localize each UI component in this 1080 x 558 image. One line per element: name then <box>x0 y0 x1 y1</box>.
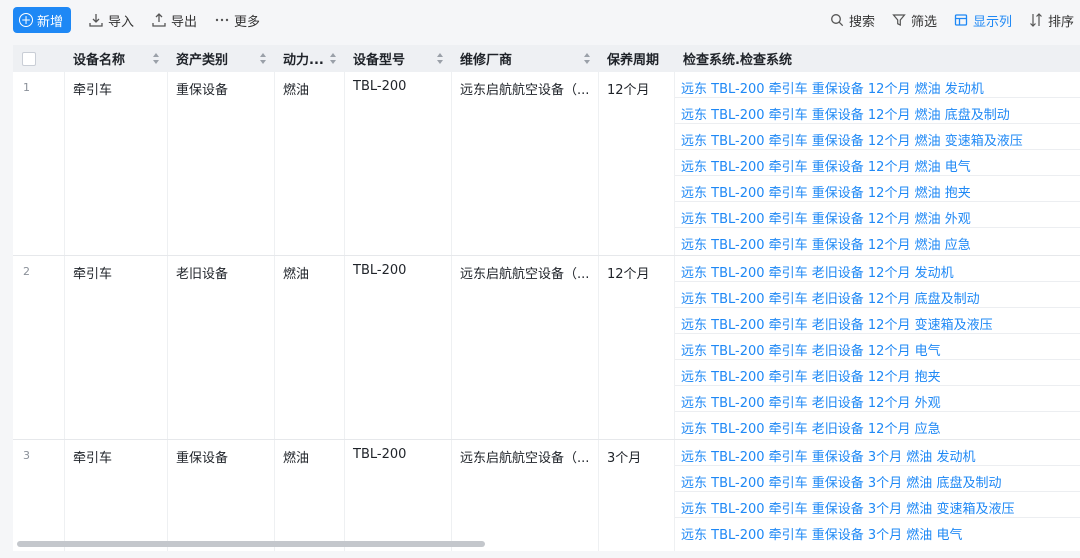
sort-label: 排序 <box>1047 14 1074 30</box>
inspect-link[interactable]: 远东 TBL-200 牵引车 老旧设备 12个月 外观 <box>675 386 1080 412</box>
column-header-category-label: 资产类别 <box>176 53 229 68</box>
more-icon <box>215 18 229 22</box>
export-icon <box>152 13 166 27</box>
inspect-link[interactable]: 远东 TBL-200 牵引车 重保设备 3个月 燃油 电气 <box>675 518 1080 544</box>
inspect-link[interactable]: 远东 TBL-200 牵引车 重保设备 12个月 燃油 应急 <box>675 228 1080 254</box>
header-select-all[interactable] <box>13 45 60 72</box>
export-button[interactable]: 导出 <box>152 11 197 30</box>
column-header-name-label: 设备名称 <box>73 53 126 68</box>
cell-model[interactable]: TBL-200 <box>345 72 452 255</box>
inspect-link[interactable]: 远东 TBL-200 牵引车 重保设备 3个月 燃油 底盘及制动 <box>675 466 1080 492</box>
data-table: 设备名称 资产类别 动力... 设备型号 维修厂商 保养周期 检查系统.检查系统… <box>13 45 1080 551</box>
inspect-link[interactable]: 远东 TBL-200 牵引车 老旧设备 12个月 抱夹 <box>675 360 1080 386</box>
search-label: 搜索 <box>848 14 875 30</box>
cell-period[interactable]: 3个月 <box>599 440 675 551</box>
cell-power[interactable]: 燃油 <box>275 256 345 439</box>
cell-period[interactable]: 12个月 <box>599 72 675 255</box>
import-button[interactable]: 导入 <box>89 11 134 30</box>
inspect-link[interactable]: 远东 TBL-200 牵引车 重保设备 12个月 燃油 底盘及制动 <box>675 98 1080 124</box>
import-icon <box>89 14 103 27</box>
new-button[interactable]: + 新增 <box>13 7 72 33</box>
cell-category[interactable]: 重保设备 <box>168 72 275 255</box>
column-header-period-label: 保养周期 <box>607 53 660 68</box>
cell-power[interactable]: 燃油 <box>275 440 345 551</box>
inspect-link[interactable]: 远东 TBL-200 牵引车 重保设备 12个月 燃油 外观 <box>675 202 1080 228</box>
export-label: 导出 <box>171 14 198 30</box>
table-row[interactable]: 3 牵引车 重保设备 燃油 TBL-200 远东启航航空设备（... 3个月 远… <box>13 440 1080 551</box>
inspect-link[interactable]: 远东 TBL-200 牵引车 重保设备 3个月 燃油 发动机 <box>675 440 1080 466</box>
sort-toggle-icon[interactable] <box>584 53 591 64</box>
sort-button[interactable]: 排序 <box>1029 11 1074 30</box>
cell-name[interactable]: 牵引车 <box>65 256 168 439</box>
column-header-inspect[interactable]: 检查系统.检查系统 <box>675 45 1080 72</box>
cell-category[interactable]: 重保设备 <box>168 440 275 551</box>
column-header-vendor[interactable]: 维修厂商 <box>452 45 599 72</box>
cell-model[interactable]: TBL-200 <box>345 256 452 439</box>
column-header-power[interactable]: 动力... <box>275 45 345 72</box>
horizontal-scrollbar[interactable] <box>17 541 485 547</box>
search-icon <box>830 14 844 27</box>
inspect-link[interactable]: 远东 TBL-200 牵引车 老旧设备 12个月 电气 <box>675 334 1080 360</box>
row-index: 1 <box>13 72 65 255</box>
cell-name[interactable]: 牵引车 <box>65 440 168 551</box>
column-header-category[interactable]: 资产类别 <box>168 45 275 72</box>
inspect-link[interactable]: 远东 TBL-200 牵引车 重保设备 12个月 燃油 抱夹 <box>675 176 1080 202</box>
filter-icon <box>892 14 906 26</box>
sort-icon <box>1030 13 1042 27</box>
sort-toggle-icon[interactable] <box>153 53 160 64</box>
cell-vendor[interactable]: 远东启航航空设备（... <box>452 72 599 255</box>
column-header-power-label: 动力... <box>283 53 324 68</box>
inspect-link[interactable]: 远东 TBL-200 牵引车 重保设备 12个月 燃油 电气 <box>675 150 1080 176</box>
column-header-period[interactable]: 保养周期 <box>599 45 675 72</box>
cell-power[interactable]: 燃油 <box>275 72 345 255</box>
toolbar-right: 搜索 筛选 显示列 排序 <box>830 11 1080 30</box>
cell-category[interactable]: 老旧设备 <box>168 256 275 439</box>
column-header-name[interactable]: 设备名称 <box>65 45 168 72</box>
columns-icon <box>954 14 968 26</box>
select-all-checkbox[interactable] <box>22 52 36 66</box>
inspect-link[interactable]: 远东 TBL-200 牵引车 重保设备 12个月 燃油 变速箱及液压 <box>675 124 1080 150</box>
toolbar: + 新增 导入 导出 更多 搜索 筛选 显示列 排序 <box>0 0 1080 40</box>
toolbar-left: + 新增 导入 导出 更多 <box>0 7 260 33</box>
table-row[interactable]: 2 牵引车 老旧设备 燃油 TBL-200 远东启航航空设备（... 12个月 … <box>13 256 1080 440</box>
cell-name[interactable]: 牵引车 <box>65 72 168 255</box>
inspect-link[interactable]: 远东 TBL-200 牵引车 重保设备 12个月 燃油 发动机 <box>675 72 1080 98</box>
cell-vendor[interactable]: 远东启航航空设备（... <box>452 440 599 551</box>
cell-period[interactable]: 12个月 <box>599 256 675 439</box>
filter-button[interactable]: 筛选 <box>892 11 937 30</box>
inspect-link[interactable]: 远东 TBL-200 牵引车 老旧设备 12个月 发动机 <box>675 256 1080 282</box>
row-index: 2 <box>13 256 65 439</box>
columns-button[interactable]: 显示列 <box>954 11 1012 30</box>
column-header-model[interactable]: 设备型号 <box>345 45 452 72</box>
plus-circle-icon: + <box>19 13 33 27</box>
sort-toggle-icon[interactable] <box>330 53 337 64</box>
row-index: 3 <box>13 440 65 551</box>
inspect-link[interactable]: 远东 TBL-200 牵引车 重保设备 3个月 燃油 变速箱及液压 <box>675 492 1080 518</box>
new-button-label: 新增 <box>37 14 64 30</box>
column-header-inspect-label: 检查系统.检查系统 <box>683 53 792 68</box>
import-label: 导入 <box>108 14 135 30</box>
inspect-link[interactable]: 远东 TBL-200 牵引车 老旧设备 12个月 底盘及制动 <box>675 282 1080 308</box>
search-button[interactable]: 搜索 <box>830 11 875 30</box>
sort-toggle-icon[interactable] <box>260 53 267 64</box>
cell-vendor[interactable]: 远东启航航空设备（... <box>452 256 599 439</box>
table-row[interactable]: 1 牵引车 重保设备 燃油 TBL-200 远东启航航空设备（... 12个月 … <box>13 72 1080 256</box>
column-header-model-label: 设备型号 <box>353 53 406 68</box>
sort-toggle-icon[interactable] <box>437 53 444 64</box>
more-button[interactable]: 更多 <box>215 11 260 30</box>
inspect-link[interactable]: 远东 TBL-200 牵引车 老旧设备 12个月 变速箱及液压 <box>675 308 1080 334</box>
columns-label: 显示列 <box>972 14 1012 30</box>
more-label: 更多 <box>234 14 261 30</box>
cell-model[interactable]: TBL-200 <box>345 440 452 551</box>
filter-label: 筛选 <box>910 14 937 30</box>
table-header: 设备名称 资产类别 动力... 设备型号 维修厂商 保养周期 检查系统.检查系统 <box>13 45 1080 72</box>
inspect-link[interactable]: 远东 TBL-200 牵引车 老旧设备 12个月 应急 <box>675 412 1080 438</box>
column-header-vendor-label: 维修厂商 <box>460 53 513 68</box>
